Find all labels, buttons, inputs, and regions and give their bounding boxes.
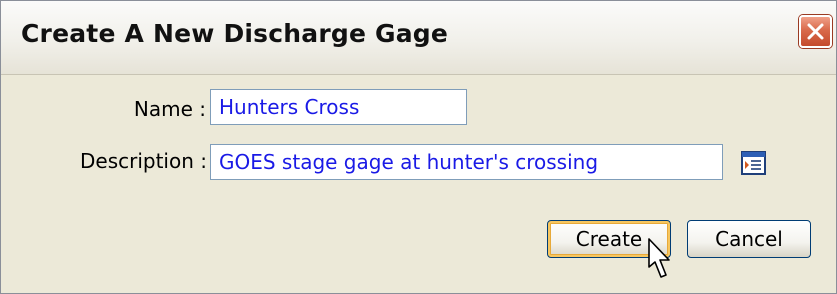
create-button[interactable]: Create [547, 220, 671, 258]
name-input[interactable] [210, 89, 467, 125]
browse-text-icon [741, 151, 766, 175]
close-icon [807, 23, 824, 40]
name-label: Name : [133, 97, 206, 121]
close-button[interactable] [799, 15, 832, 48]
dialog-title: Create A New Discharge Gage [21, 19, 449, 48]
browse-button[interactable] [739, 148, 769, 178]
description-label: Description : [79, 149, 207, 173]
title-bar: Create A New Discharge Gage [1, 1, 836, 75]
description-input[interactable] [210, 144, 723, 180]
create-discharge-gage-dialog: Create A New Discharge Gage Name : Descr… [0, 0, 837, 294]
cancel-button[interactable]: Cancel [687, 220, 811, 258]
